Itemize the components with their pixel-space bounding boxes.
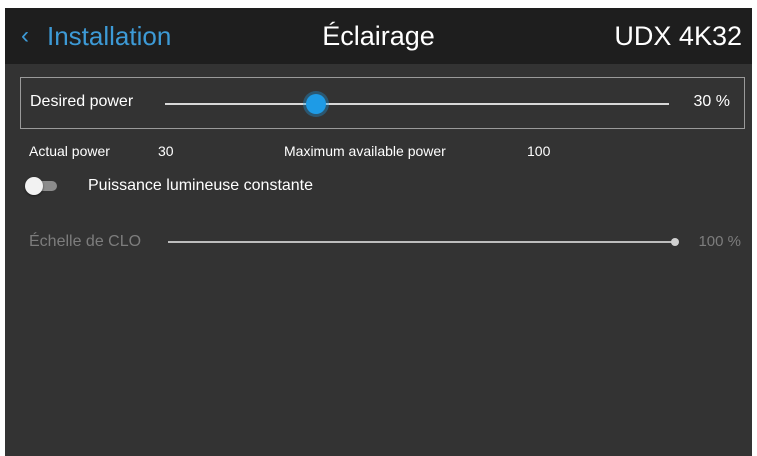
desired-power-slider-row[interactable]: Desired power 30 % — [20, 77, 745, 129]
clo-scale-label: Échelle de CLO — [29, 233, 142, 250]
actual-power-value: 30 — [158, 143, 174, 159]
back-label: Installation — [47, 20, 172, 51]
constant-light-label: Puissance lumineuse constante — [88, 177, 314, 194]
chevron-left-icon: ‹ — [21, 22, 29, 49]
clo-scale-slider-track — [168, 241, 675, 243]
clo-scale-value: 100 % — [698, 233, 741, 250]
constant-light-toggle[interactable] — [25, 177, 59, 195]
desired-power-value: 30 % — [693, 93, 730, 110]
lighting-screen: ‹ Installation Éclairage UDX 4K32 Desire… — [5, 8, 752, 456]
desired-power-slider-track[interactable] — [165, 103, 669, 105]
header-bar: ‹ Installation Éclairage UDX 4K32 — [5, 8, 752, 64]
toggle-knob — [25, 177, 43, 195]
constant-light-output-row[interactable]: Puissance lumineuse constante — [25, 174, 425, 198]
back-button[interactable]: ‹ Installation — [21, 18, 171, 54]
projector-model: UDX 4K32 — [614, 21, 742, 51]
desired-power-slider-thumb[interactable] — [306, 94, 327, 114]
clo-scale-slider-thumb — [671, 238, 679, 246]
clo-scale-slider-row: Échelle de CLO 100 % — [20, 226, 745, 256]
max-available-power-value: 100 — [527, 143, 551, 159]
actual-power-label: Actual power — [29, 143, 110, 159]
max-available-power-label: Maximum available power — [284, 143, 446, 159]
desired-power-label: Desired power — [30, 93, 134, 110]
